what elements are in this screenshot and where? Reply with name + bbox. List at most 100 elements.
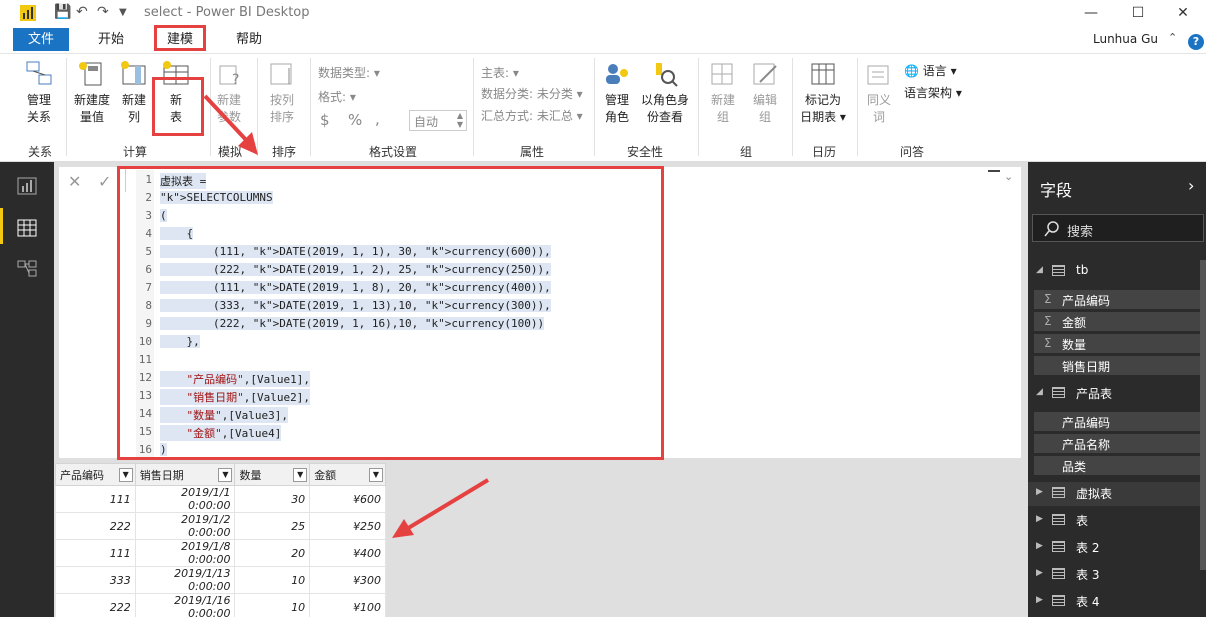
- data-category-dropdown[interactable]: 数据分类: 未分类 ▾: [481, 85, 583, 102]
- collapsed-arrow-icon[interactable]: ▶: [1036, 595, 1043, 605]
- collapsed-arrow-icon[interactable]: ▶: [1036, 541, 1043, 551]
- filter-dropdown-icon[interactable]: ▼: [118, 467, 133, 482]
- field-item[interactable]: 产品名称: [1034, 434, 1202, 453]
- formula-menu-icon[interactable]: [988, 170, 1000, 172]
- tab-file[interactable]: 文件: [13, 28, 69, 51]
- highlight-modeling-tab: [154, 25, 206, 51]
- filter-dropdown-icon[interactable]: ▼: [218, 467, 233, 482]
- table-cell[interactable]: 20: [234, 539, 311, 567]
- table-cell[interactable]: ¥100: [309, 593, 386, 617]
- field-table[interactable]: ◢ 产品表: [1028, 382, 1206, 406]
- tab-help[interactable]: 帮助: [224, 27, 274, 53]
- field-item[interactable]: 产品编码: [1034, 412, 1202, 431]
- collapse-ribbon-icon[interactable]: ⌃: [1168, 31, 1177, 44]
- table-cell[interactable]: 25: [234, 512, 311, 540]
- field-table[interactable]: ▶ 表: [1028, 509, 1206, 533]
- format-dropdown[interactable]: 格式: ▾: [318, 88, 356, 105]
- column-header[interactable]: 产品编码 ▼: [55, 463, 136, 486]
- new-parameter-button[interactable]: ? 新建 参数: [214, 60, 244, 126]
- maximize-button[interactable]: ☐: [1115, 2, 1161, 24]
- synonyms-button[interactable]: 同义 词: [862, 60, 896, 126]
- field-table[interactable]: ◢ tb: [1028, 260, 1206, 284]
- customize-quick-access-icon[interactable]: ▼: [119, 7, 127, 18]
- column-header[interactable]: 金额 ▼: [309, 463, 386, 486]
- expand-formula-icon[interactable]: ⌄: [1004, 170, 1013, 183]
- table-cell[interactable]: 222: [55, 512, 136, 540]
- field-item[interactable]: 销售日期: [1034, 356, 1202, 375]
- table-cell[interactable]: 2019/1/16 0:00:00: [134, 593, 236, 617]
- field-name: 数量: [1062, 338, 1087, 352]
- expanded-arrow-icon[interactable]: ◢: [1036, 387, 1043, 397]
- table-cell[interactable]: 30: [234, 485, 311, 513]
- expanded-arrow-icon[interactable]: ◢: [1036, 265, 1043, 275]
- sort-by-column-button[interactable]: 按列 排序: [264, 60, 300, 126]
- undo-icon[interactable]: ↶: [76, 4, 88, 20]
- redo-icon[interactable]: ↷: [97, 4, 109, 20]
- table-cell[interactable]: ¥400: [309, 539, 386, 567]
- table-cell[interactable]: 333: [55, 566, 136, 594]
- manage-relationships-button[interactable]: 管理 关系: [20, 60, 58, 126]
- table-cell[interactable]: 111: [55, 539, 136, 567]
- language-dropdown[interactable]: 🌐 语言 ▾: [904, 62, 957, 79]
- table-cell[interactable]: 2019/1/13 0:00:00: [134, 566, 236, 594]
- report-view-icon[interactable]: [16, 176, 38, 196]
- summarize-dropdown[interactable]: 汇总方式: 未汇总 ▾: [481, 107, 583, 124]
- home-table-dropdown[interactable]: 主表: ▾: [481, 64, 519, 81]
- new-column-button[interactable]: 新建 列: [118, 60, 150, 126]
- field-table[interactable]: ▶ 表 2: [1028, 536, 1206, 560]
- user-name[interactable]: Lunhua Gu: [1093, 32, 1158, 46]
- view-as-roles-button[interactable]: 以角色身 份查看: [640, 60, 690, 126]
- table-cell[interactable]: 2019/1/8 0:00:00: [134, 539, 236, 567]
- collapse-pane-icon[interactable]: ›: [1188, 176, 1194, 195]
- mark-as-date-table-button[interactable]: 标记为 日期表 ▾: [798, 60, 848, 126]
- collapsed-arrow-icon[interactable]: ▶: [1036, 568, 1043, 578]
- percent-button[interactable]: %: [348, 111, 362, 129]
- field-item[interactable]: Σ 金额: [1034, 312, 1202, 331]
- decimal-places-field[interactable]: 自动 ▲ ▼: [409, 110, 467, 131]
- minimize-button[interactable]: —: [1068, 2, 1114, 24]
- data-type-dropdown[interactable]: 数据类型: ▾: [318, 64, 380, 81]
- comma-button[interactable]: ,: [375, 110, 380, 128]
- field-table[interactable]: ▶ 虚拟表: [1028, 482, 1206, 506]
- table-cell[interactable]: ¥250: [309, 512, 386, 540]
- separator: [257, 58, 258, 156]
- mark-as-date-table-label: 标记为 日期表 ▾: [800, 93, 846, 124]
- table-cell[interactable]: 222: [55, 593, 136, 617]
- new-measure-button[interactable]: 新建度 量值: [71, 60, 113, 126]
- tab-home[interactable]: 开始: [86, 27, 136, 53]
- data-table: 产品编码 ▼ 销售日期 ▼ 数量 ▼ 金额 ▼ 111 2019/1/1 0:00:00 30 ¥6…: [55, 463, 386, 617]
- edit-group-button[interactable]: 编辑 组: [748, 60, 782, 126]
- table-cell[interactable]: 2019/1/2 0:00:00: [134, 512, 236, 540]
- cancel-formula-icon[interactable]: ✕: [68, 172, 81, 191]
- save-icon[interactable]: 💾: [54, 4, 71, 20]
- filter-dropdown-icon[interactable]: ▼: [369, 467, 383, 482]
- table-cell[interactable]: 10: [234, 566, 311, 594]
- manage-roles-button[interactable]: 管理 角色: [600, 60, 634, 126]
- field-item[interactable]: 品类: [1034, 456, 1202, 475]
- table-cell[interactable]: ¥300: [309, 566, 386, 594]
- table-cell[interactable]: 111: [55, 485, 136, 513]
- currency-button[interactable]: $: [320, 111, 330, 129]
- data-type-label: 数据类型:: [318, 66, 371, 80]
- data-view-icon[interactable]: [16, 218, 38, 238]
- filter-dropdown-icon[interactable]: ▼: [293, 467, 308, 482]
- field-item[interactable]: Σ 产品编码: [1034, 290, 1202, 309]
- new-group-button[interactable]: 新建 组: [706, 60, 740, 126]
- fields-search-input[interactable]: 搜索: [1032, 214, 1204, 242]
- field-table[interactable]: ▶ 表 3: [1028, 563, 1206, 587]
- linguistic-schema-dropdown[interactable]: 语言架构 ▾: [904, 84, 962, 101]
- column-header[interactable]: 销售日期 ▼: [134, 463, 236, 486]
- table-cell[interactable]: 10: [234, 593, 311, 617]
- field-item[interactable]: Σ 数量: [1034, 334, 1202, 353]
- model-view-icon[interactable]: [16, 258, 38, 278]
- collapsed-arrow-icon[interactable]: ▶: [1036, 487, 1043, 497]
- help-icon[interactable]: ?: [1188, 34, 1204, 50]
- column-header[interactable]: 数量 ▼: [234, 463, 311, 486]
- table-cell[interactable]: ¥600: [309, 485, 386, 513]
- field-table[interactable]: ▶ 表 4: [1028, 590, 1206, 614]
- table-cell[interactable]: 2019/1/1 0:00:00: [134, 485, 236, 513]
- fields-scrollbar[interactable]: [1200, 260, 1206, 570]
- commit-formula-icon[interactable]: ✓: [98, 172, 111, 191]
- collapsed-arrow-icon[interactable]: ▶: [1036, 514, 1043, 524]
- close-button[interactable]: ✕: [1160, 2, 1206, 24]
